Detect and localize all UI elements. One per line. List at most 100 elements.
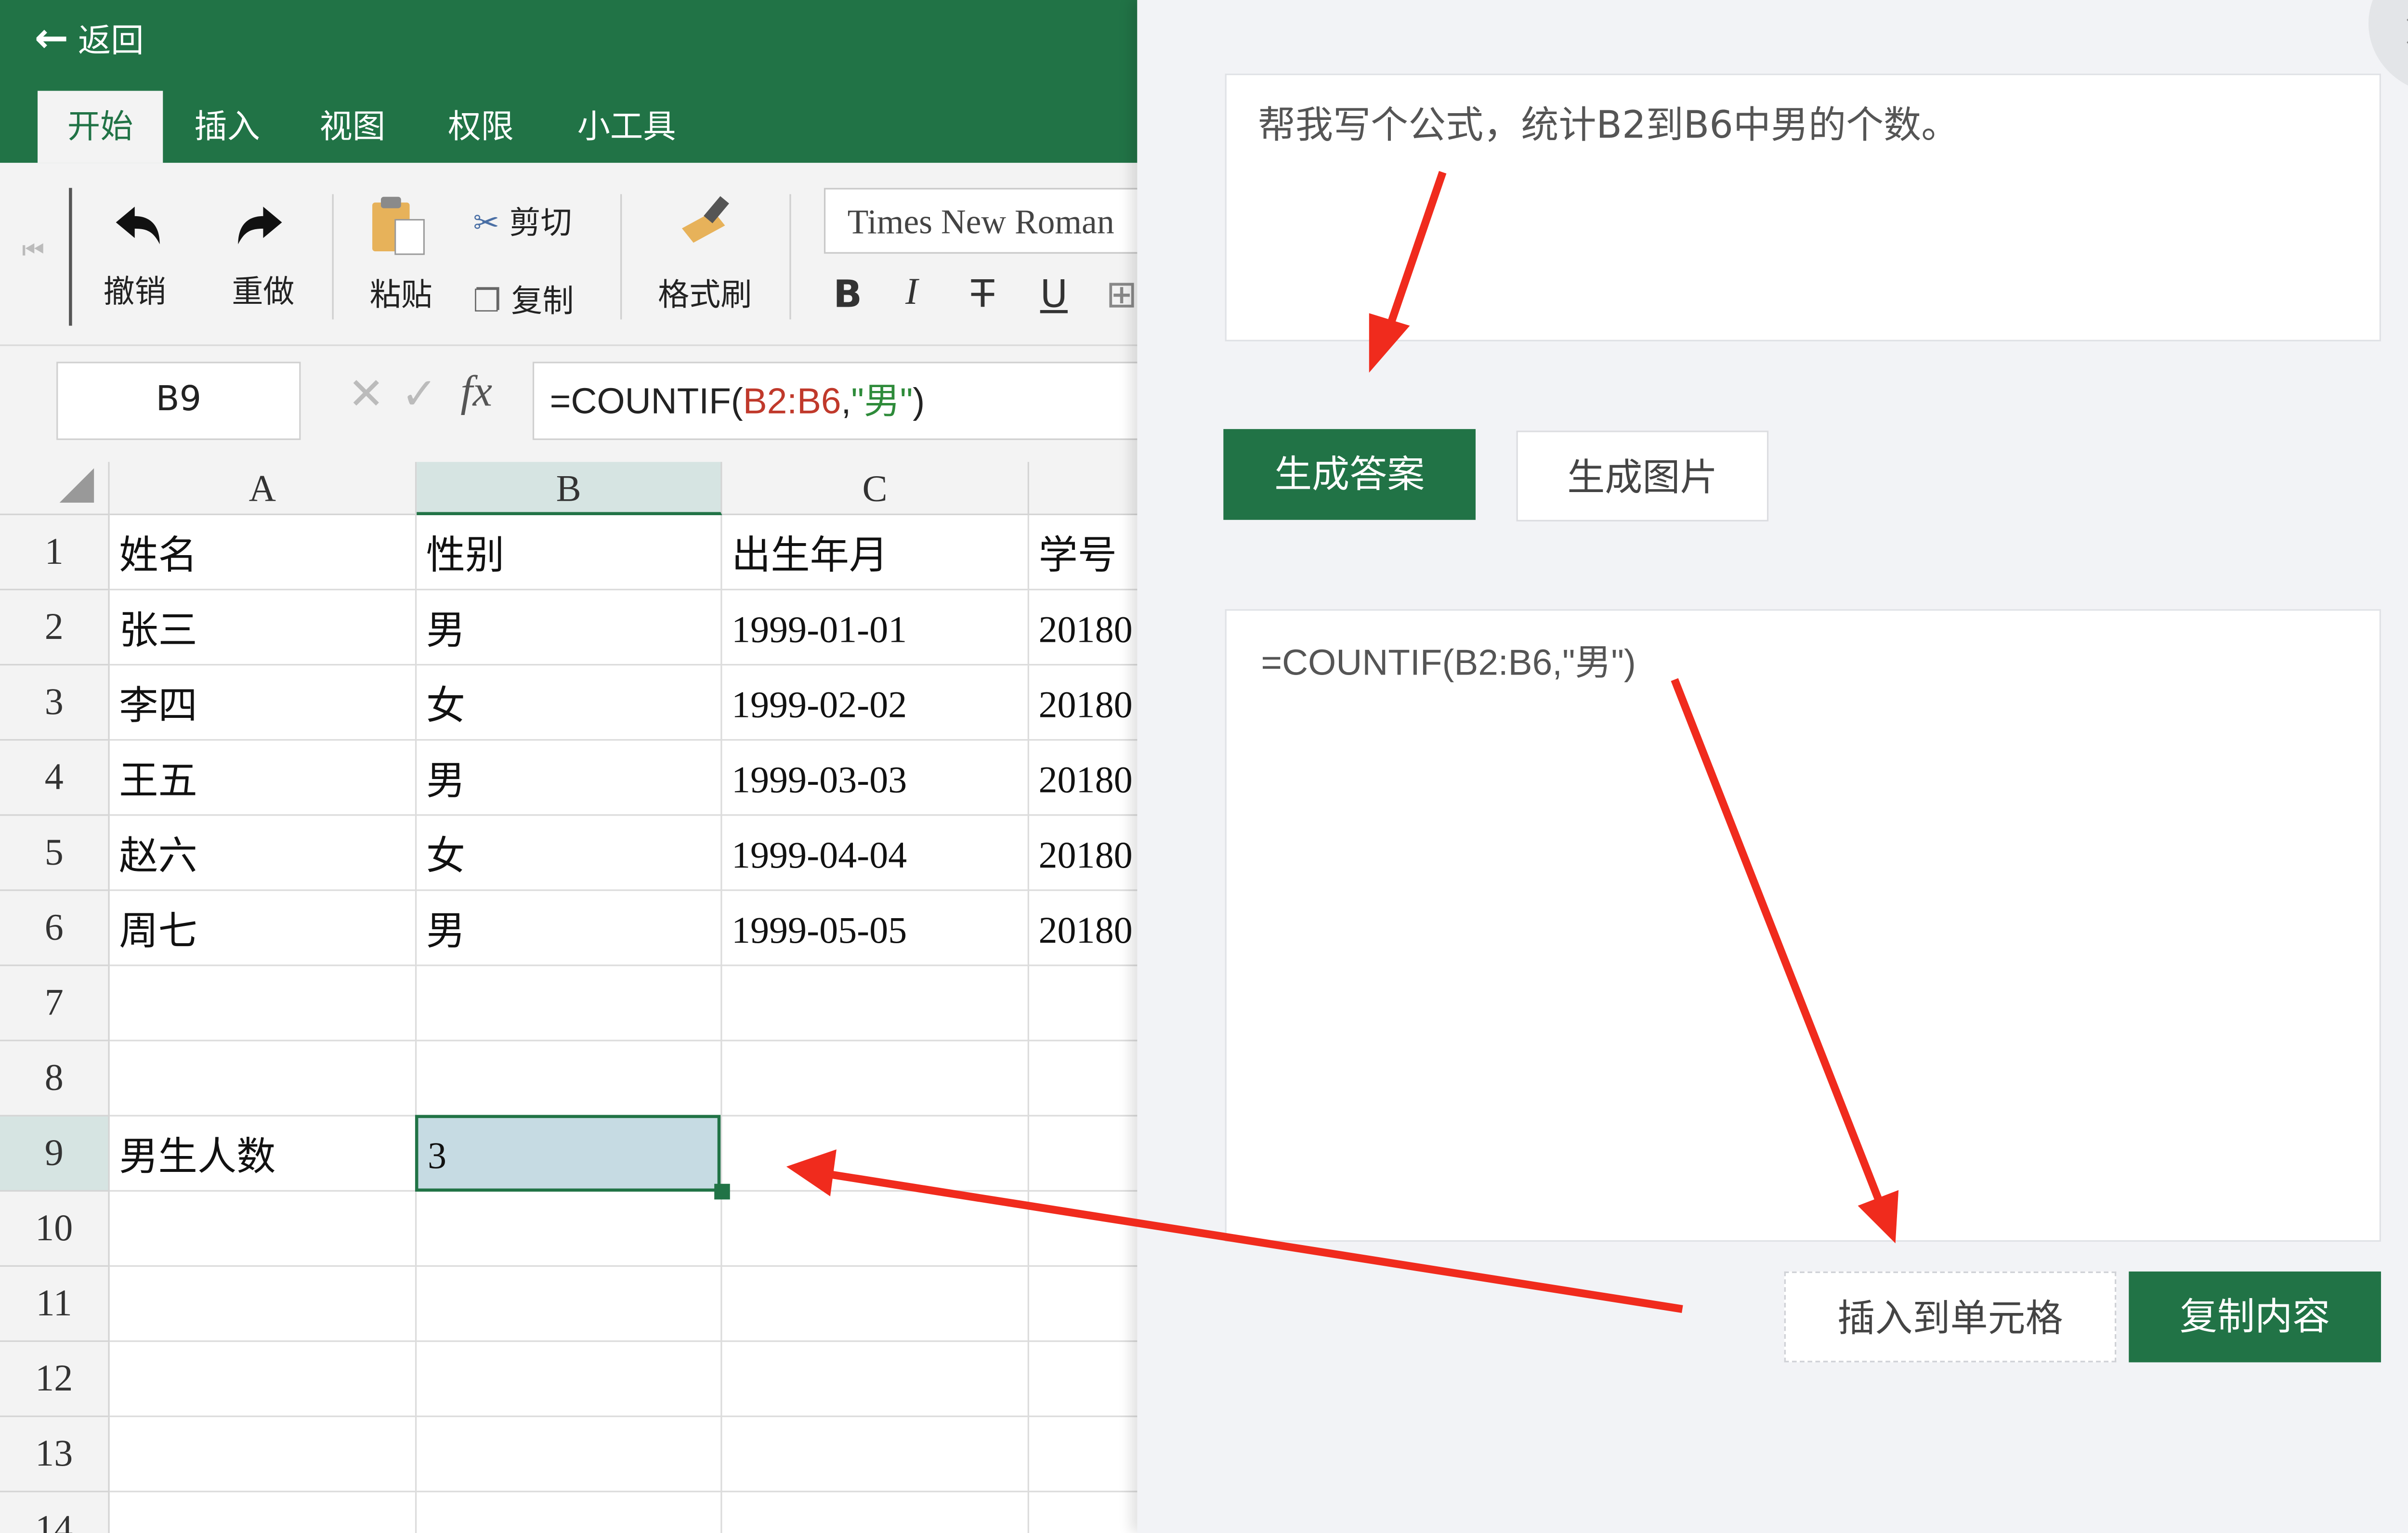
insert-to-cell-button[interactable]: 插入到单元格 — [1784, 1271, 2117, 1363]
cell-d13[interactable] — [1029, 1417, 1138, 1493]
row-header-13[interactable]: 13 — [0, 1417, 110, 1493]
cell-a1[interactable]: 姓名 — [109, 515, 417, 591]
row-header-10[interactable]: 10 — [0, 1192, 110, 1267]
copy-content-button[interactable]: 复制内容 — [2129, 1271, 2381, 1363]
generate-image-button[interactable]: 生成图片 — [1516, 430, 1769, 522]
cancel-icon[interactable]: ✕ — [348, 368, 384, 419]
cell-d3[interactable]: 20180 — [1029, 665, 1138, 741]
column-header-c[interactable]: C — [722, 462, 1029, 516]
cell-a14[interactable] — [110, 1492, 417, 1533]
cell-b8[interactable] — [417, 1041, 722, 1117]
cell-c13[interactable] — [722, 1417, 1029, 1493]
cell-d11[interactable] — [1029, 1267, 1138, 1342]
undo-button[interactable]: 撤销 — [88, 197, 182, 312]
row-header-8[interactable]: 8 — [0, 1041, 110, 1117]
cell-a9[interactable]: 男生人数 — [109, 1116, 417, 1192]
row-header-12[interactable]: 12 — [0, 1342, 110, 1417]
cell-d7[interactable] — [1029, 966, 1138, 1041]
cell-b4[interactable]: 男 — [417, 741, 722, 816]
cut-button[interactable]: ✂ 剪切 — [473, 197, 572, 243]
result-output[interactable]: =COUNTIF(B2:B6,"男") — [1225, 609, 2381, 1242]
row-header-4[interactable]: 4 — [0, 741, 110, 816]
cell-c8[interactable] — [722, 1041, 1029, 1117]
function-icon[interactable]: fx — [460, 368, 492, 418]
row-header-2[interactable]: 2 — [0, 590, 110, 666]
cell-d6[interactable]: 20180 — [1029, 891, 1138, 966]
redo-button[interactable]: 重做 — [216, 197, 310, 312]
column-header-a[interactable]: A — [109, 462, 417, 516]
cell-b6[interactable]: 男 — [417, 891, 722, 966]
tab-home[interactable]: 开始 — [38, 91, 163, 163]
cell-c1[interactable]: 出生年月 — [722, 515, 1029, 591]
cell-c12[interactable] — [722, 1342, 1029, 1417]
tab-insert[interactable]: 插入 — [172, 91, 282, 163]
confirm-icon[interactable]: ✓ — [401, 368, 438, 419]
cell-a11[interactable] — [109, 1267, 417, 1342]
paste-button[interactable]: 粘贴 — [354, 191, 448, 313]
back-button[interactable]: ← 返回 — [35, 13, 144, 66]
cell-d14[interactable] — [1029, 1492, 1137, 1533]
cell-c10[interactable] — [722, 1192, 1029, 1267]
cell-b1[interactable]: 性别 — [417, 515, 722, 591]
cell-d12[interactable] — [1029, 1342, 1138, 1417]
column-header-b[interactable]: B — [417, 462, 722, 516]
cell-c14[interactable] — [722, 1492, 1029, 1533]
formula-input[interactable]: =COUNTIF(B2:B6,"男") — [532, 362, 1138, 440]
cell-a7[interactable] — [109, 966, 417, 1041]
column-header-d[interactable] — [1029, 462, 1138, 516]
cell-c6[interactable]: 1999-05-05 — [722, 891, 1029, 966]
row-header-7[interactable]: 7 — [0, 966, 110, 1041]
cell-b11[interactable] — [417, 1267, 722, 1342]
strikethrough-button[interactable]: T — [971, 273, 995, 316]
cell-b12[interactable] — [417, 1342, 722, 1417]
cell-c9[interactable] — [722, 1116, 1029, 1192]
cell-d5[interactable]: 20180 — [1029, 816, 1138, 891]
cell-b5[interactable]: 女 — [417, 816, 722, 891]
row-header-5[interactable]: 5 — [0, 816, 110, 891]
row-header-1[interactable]: 1 — [0, 515, 110, 591]
bold-button[interactable]: B — [833, 273, 862, 316]
cell-a3[interactable]: 李四 — [109, 665, 417, 741]
cell-a10[interactable] — [109, 1192, 417, 1267]
cell-d10[interactable] — [1029, 1192, 1138, 1267]
cell-d1[interactable]: 学号 — [1029, 515, 1138, 591]
cell-d9[interactable] — [1029, 1117, 1138, 1192]
cell-a2[interactable]: 张三 — [109, 590, 417, 666]
prompt-input[interactable]: 帮我写个公式，统计B2到B6中男的个数。 — [1225, 73, 2381, 342]
cell-d8[interactable] — [1029, 1041, 1138, 1117]
cell-c3[interactable]: 1999-02-02 — [722, 665, 1029, 741]
italic-button[interactable]: I — [905, 273, 918, 315]
cell-a4[interactable]: 王五 — [109, 741, 417, 816]
row-header-3[interactable]: 3 — [0, 665, 110, 741]
underline-button[interactable]: U — [1040, 273, 1068, 316]
copy-button[interactable]: ❐ 复制 — [473, 275, 574, 321]
cell-c5[interactable]: 1999-04-04 — [722, 816, 1029, 891]
tab-tools[interactable]: 小工具 — [551, 91, 702, 163]
cell-d4[interactable]: 20180 — [1029, 741, 1138, 816]
generate-answer-button[interactable]: 生成答案 — [1223, 429, 1476, 520]
tab-view[interactable]: 视图 — [298, 91, 407, 163]
row-header-14[interactable]: 14 — [0, 1492, 110, 1533]
cell-a12[interactable] — [109, 1342, 417, 1417]
row-header-9[interactable]: 9 — [0, 1116, 110, 1192]
cell-c4[interactable]: 1999-03-03 — [722, 741, 1029, 816]
cell-b7[interactable] — [417, 966, 722, 1041]
selected-cell-b9[interactable]: 3 — [415, 1115, 721, 1192]
cell-a8[interactable] — [109, 1041, 417, 1117]
tab-permission[interactable]: 权限 — [426, 91, 536, 163]
collapse-left-icon[interactable]: ⏮ — [22, 235, 45, 266]
cell-b14[interactable] — [417, 1492, 722, 1533]
select-all-corner[interactable] — [0, 462, 110, 516]
border-icon[interactable]: ⊞ — [1106, 273, 1137, 316]
font-name-select[interactable]: Times New Roman — [824, 188, 1138, 254]
cell-b10[interactable] — [417, 1192, 722, 1267]
cell-b13[interactable] — [417, 1417, 722, 1493]
row-header-6[interactable]: 6 — [0, 891, 110, 966]
cell-a13[interactable] — [109, 1417, 417, 1493]
cell-c2[interactable]: 1999-01-01 — [722, 590, 1029, 666]
cell-a6[interactable]: 周七 — [109, 891, 417, 966]
name-box[interactable]: B9 — [56, 362, 301, 440]
cell-b3[interactable]: 女 — [417, 665, 722, 741]
cell-b2[interactable]: 男 — [417, 590, 722, 666]
cell-d2[interactable]: 20180 — [1029, 590, 1138, 666]
